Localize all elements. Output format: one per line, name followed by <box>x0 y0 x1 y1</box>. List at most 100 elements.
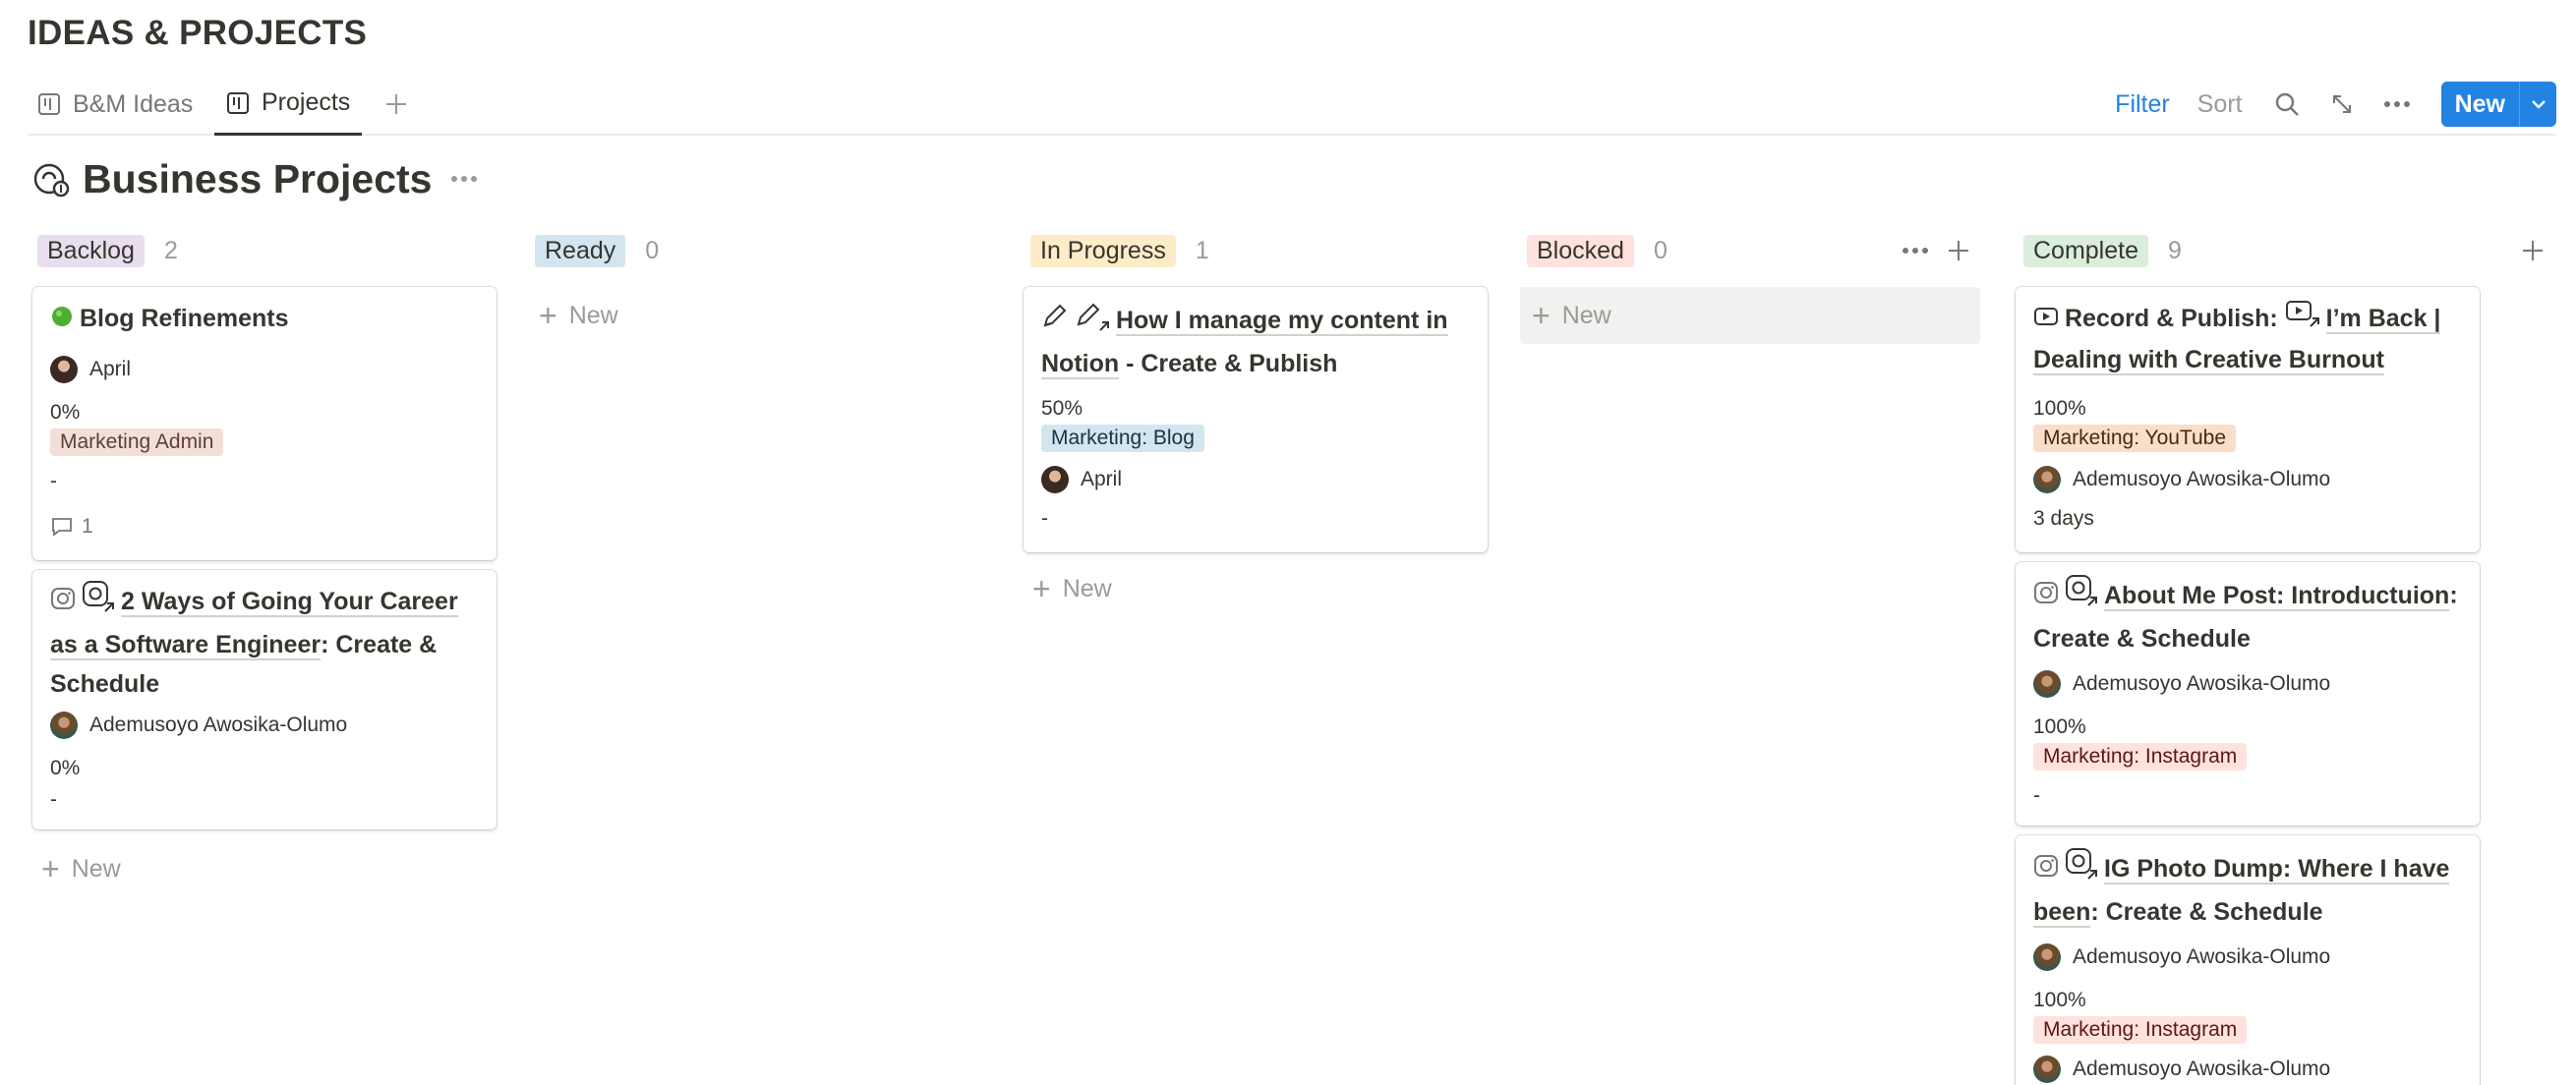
blocked-add-icon[interactable] <box>1947 232 1970 269</box>
person-property: April <box>50 356 131 383</box>
card-blog-refinements[interactable]: Blog Refinements April 0% Marketing Admi… <box>32 287 497 560</box>
plus-icon: + <box>1032 571 1051 606</box>
tag-property: Marketing: Blog <box>1041 425 1204 452</box>
plus-icon: + <box>539 298 557 333</box>
comment-count[interactable]: 1 <box>50 515 93 539</box>
tag-pill: Marketing: Instagram <box>2033 743 2248 771</box>
new-label: New <box>568 301 618 329</box>
ready-new-button[interactable]: + New <box>539 296 618 335</box>
avatar <box>2033 466 2061 493</box>
person-name: Ademusoyo Awosika-Olumo <box>2073 468 2331 490</box>
new-label: New <box>71 854 121 883</box>
card-content-notion[interactable]: How I manage my content in Notion - Crea… <box>1024 287 1488 552</box>
card-title-text: Blog Refinements <box>80 305 289 332</box>
card-title-link[interactable]: About Me Post: Introductuion <box>2104 581 2450 611</box>
group-count: 2 <box>163 236 178 264</box>
youtube-icon <box>2033 300 2059 339</box>
group-header-blocked[interactable]: Blocked 0 <box>1527 232 1668 269</box>
page-title: IDEAS & PROJECTS <box>28 14 368 52</box>
chevron-down-icon[interactable] <box>2519 82 2556 127</box>
avatar <box>2033 1056 2061 1083</box>
tab-label: Projects <box>262 88 351 116</box>
empty-property: - <box>50 470 57 492</box>
tab-label: B&M Ideas <box>73 89 194 118</box>
empty-property: - <box>50 788 57 811</box>
instagram-icon <box>2033 577 2059 616</box>
search-icon[interactable] <box>2270 87 2304 121</box>
progress-value: 0% <box>50 757 81 779</box>
person-property: Ademusoyo Awosika-Olumo <box>2033 466 2330 493</box>
group-header-ready[interactable]: Ready 0 <box>535 232 659 269</box>
toolbar: Filter Sort New <box>2115 73 2556 136</box>
group-header-backlog[interactable]: Backlog 2 <box>37 232 178 269</box>
expand-icon[interactable] <box>2325 87 2359 121</box>
backlog-new-button[interactable]: + New <box>41 849 121 888</box>
pencil-link-icon <box>1075 299 1110 344</box>
avatar <box>50 712 78 739</box>
database-icon <box>33 163 70 198</box>
filter-button[interactable]: Filter <box>2115 90 2170 119</box>
add-view-button[interactable] <box>383 73 409 136</box>
new-label: New <box>1561 301 1611 329</box>
database-title: Business Projects <box>31 155 478 202</box>
tag-pill: Marketing: YouTube <box>2033 425 2237 452</box>
blocked-more-icon[interactable] <box>1902 232 1929 269</box>
status-tag: Backlog <box>37 234 145 267</box>
green-circle-icon <box>50 300 74 339</box>
more-icon[interactable] <box>2380 87 2414 121</box>
pencil-icon <box>1041 302 1069 341</box>
progress-value: 50% <box>1041 397 1083 420</box>
avatar <box>1041 466 1069 493</box>
group-header-complete[interactable]: Complete 9 <box>2023 232 2182 269</box>
card-title: About Me Post: Introductuion: Create & S… <box>2033 574 2471 658</box>
progress-value: 0% <box>50 401 81 424</box>
avatar <box>2033 943 2061 971</box>
group-header-in-progress[interactable]: In Progress 1 <box>1030 232 1209 269</box>
tab-bm-ideas[interactable]: B&M Ideas <box>37 73 193 136</box>
person-property: Ademusoyo Awosika-Olumo <box>2033 1056 2330 1083</box>
instagram-link-icon <box>2065 847 2098 892</box>
empty-property: - <box>2033 784 2040 807</box>
card-photo-dump[interactable]: IG Photo Dump: Where I have been: Create… <box>2016 835 2480 1085</box>
progress-value: 100% <box>2033 715 2086 738</box>
instagram-link-icon <box>82 580 115 625</box>
view-bar: B&M Ideas Projects Filter Sort New <box>28 73 2556 136</box>
comment-icon <box>52 518 72 537</box>
in-progress-new-button[interactable]: + New <box>1032 569 1112 608</box>
person-property: Ademusoyo Awosika-Olumo <box>2033 943 2330 971</box>
group-count: 0 <box>645 236 660 264</box>
tag-pill: Marketing: Blog <box>1041 425 1204 452</box>
blocked-new-button[interactable]: + New <box>1520 287 1980 344</box>
database-title-text[interactable]: Business Projects <box>83 156 433 202</box>
card-title: Blog Refinements <box>50 299 289 339</box>
person-name: Ademusoyo Awosika-Olumo <box>89 714 348 736</box>
plus-icon: + <box>41 851 60 886</box>
duration-value: 3 days <box>2033 507 2094 530</box>
card-about-me[interactable]: About Me Post: Introductuion: Create & S… <box>2016 562 2480 826</box>
person-name: April <box>1081 468 1123 490</box>
new-button-group: New <box>2440 82 2556 127</box>
group-count: 0 <box>1653 236 1668 264</box>
tag-pill: Marketing Admin <box>50 428 224 456</box>
progress-value: 100% <box>2033 989 2086 1011</box>
person-name: Ademusoyo Awosika-Olumo <box>2073 1057 2331 1080</box>
database-more-icon[interactable] <box>450 170 478 188</box>
plus-icon: + <box>1532 298 1551 333</box>
status-tag: Ready <box>535 234 626 267</box>
sort-button[interactable]: Sort <box>2197 90 2243 119</box>
card-career[interactable]: 2 Ways of Going Your Career as a Softwar… <box>32 570 497 829</box>
instagram-icon <box>50 583 76 622</box>
add-group-icon[interactable] <box>2521 232 2545 269</box>
tab-projects[interactable]: Projects <box>214 73 363 136</box>
new-button[interactable]: New <box>2440 82 2519 127</box>
group-count: 1 <box>1195 236 1209 264</box>
status-tag: Blocked <box>1527 234 1634 267</box>
card-record-publish[interactable]: Record & Publish: I’m Back | Dealing wit… <box>2016 287 2480 552</box>
plus-icon <box>386 94 406 114</box>
tag-property: Marketing: Instagram <box>2033 743 2248 771</box>
avatar <box>2033 670 2061 698</box>
new-label: New <box>1062 574 1112 602</box>
card-title-suffix: : Create & Schedule <box>2090 898 2323 926</box>
board-view-icon <box>38 93 60 115</box>
card-title: How I manage my content in Notion - Crea… <box>1041 299 1474 383</box>
